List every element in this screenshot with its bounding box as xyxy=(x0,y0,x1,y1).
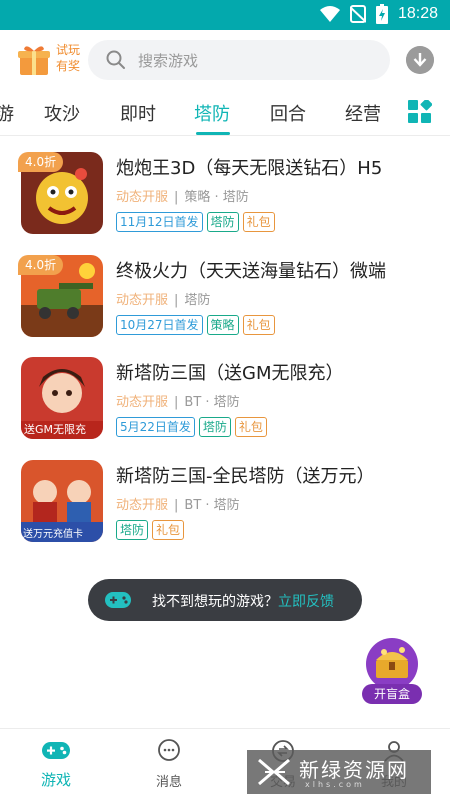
watermark-text: 新绿资源网 xyxy=(299,758,409,782)
battery-charging-icon xyxy=(375,4,388,24)
game-item[interactable]: 4.0折 炮炮王3D（每天无限送钻石）H5 动态开服 | 策略 · 塔防 11月12… xyxy=(0,140,450,240)
watermark-logo-icon xyxy=(258,758,290,786)
search-input[interactable]: 搜索游戏 xyxy=(88,40,390,80)
active-tab-indicator xyxy=(196,132,230,135)
release-tag: 5月22日首发 xyxy=(116,417,195,437)
game-tags: 10月27日首发 策略 礼包 xyxy=(116,315,275,335)
genre-tag: 策略 xyxy=(206,315,239,335)
nav-messages-label: 消息 xyxy=(155,775,182,790)
watermark-subtext: xlhs.com xyxy=(305,780,365,789)
nav-games[interactable]: 游戏 xyxy=(26,739,86,790)
gift-tag: 礼包 xyxy=(242,212,275,232)
feedback-text: 找不到想玩的游戏？ xyxy=(152,594,278,610)
tab-3[interactable]: 塔防 xyxy=(194,100,230,126)
category-tabs: 游 攻沙 即时 塔防 回合 经营 xyxy=(0,90,450,136)
tab-5[interactable]: 经营 xyxy=(345,100,381,126)
genre-tag: 塔防 xyxy=(198,417,231,437)
tab-0[interactable]: 游 xyxy=(0,100,14,126)
game-title[interactable]: 新塔防三国-全民塔防（送万元） xyxy=(116,462,375,488)
search-icon xyxy=(106,50,125,69)
feedback-link[interactable]: 立即反馈 xyxy=(278,594,334,610)
game-item[interactable]: 4.0折 终极火力（天天送海量钻石）微端 动态开服 | 塔防 10月27日首发 策略… xyxy=(0,243,450,343)
game-title[interactable]: 炮炮王3D（每天无限送钻石）H5 xyxy=(116,154,382,180)
thumbnail-caption: 送万元充值卡 xyxy=(23,529,83,540)
open-server-label: 动态开服 xyxy=(116,498,169,513)
download-icon[interactable] xyxy=(406,46,434,74)
game-category: BT · 塔防 xyxy=(184,498,240,513)
wifi-icon xyxy=(319,6,340,22)
game-category: 塔防 xyxy=(184,293,211,308)
search-header: 试玩有奖 搜索游戏 xyxy=(0,30,450,90)
game-meta: 动态开服 | BT · 塔防 xyxy=(116,498,240,513)
search-placeholder: 搜索游戏 xyxy=(138,52,199,70)
genre-tag: 塔防 xyxy=(206,212,239,232)
feedback-banner[interactable]: 找不到想玩的游戏？立即反馈 xyxy=(88,579,362,621)
nav-games-label: 游戏 xyxy=(40,771,71,789)
game-thumbnail[interactable]: 送GM无限充 xyxy=(21,357,103,439)
gift-tag: 礼包 xyxy=(234,417,267,437)
status-bar: 18:28 xyxy=(0,0,450,30)
watermark: 新绿资源网 xlhs.com xyxy=(247,750,431,794)
gift-icon[interactable] xyxy=(18,43,50,77)
category-grid-icon[interactable] xyxy=(408,100,432,124)
nav-messages[interactable]: 消息 xyxy=(139,739,199,790)
release-tag: 10月27日首发 xyxy=(116,315,203,335)
game-category: BT · 塔防 xyxy=(184,395,240,410)
thumbnail-caption: 送GM无限充 xyxy=(24,423,87,436)
open-server-label: 动态开服 xyxy=(116,293,169,308)
game-meta: 动态开服 | 策略 · 塔防 xyxy=(116,190,249,205)
genre-tag: 塔防 xyxy=(116,520,149,540)
chat-bubble-icon xyxy=(158,739,180,761)
game-title[interactable]: 终极火力（天天送海量钻石）微端 xyxy=(116,257,386,283)
game-title[interactable]: 新塔防三国（送GM无限充） xyxy=(116,359,343,385)
tab-4[interactable]: 回合 xyxy=(270,100,306,126)
gamepad-nav-icon xyxy=(42,742,70,759)
release-tag: 11月12日首发 xyxy=(116,212,203,232)
game-category: 策略 · 塔防 xyxy=(184,190,249,205)
tab-2[interactable]: 即时 xyxy=(120,100,156,126)
discount-badge: 4.0折 xyxy=(18,152,64,172)
open-server-label: 动态开服 xyxy=(116,395,169,410)
open-server-label: 动态开服 xyxy=(116,190,169,205)
game-tags: 11月12日首发 塔防 礼包 xyxy=(116,212,275,232)
gift-tag: 礼包 xyxy=(242,315,275,335)
game-thumbnail[interactable]: 送万元充值卡 xyxy=(21,460,103,542)
treasure-chest-icon xyxy=(366,638,418,690)
gift-tag: 礼包 xyxy=(152,520,185,540)
game-tags: 塔防 礼包 xyxy=(116,520,185,540)
game-tags: 5月22日首发 塔防 礼包 xyxy=(116,417,267,437)
gamepad-icon xyxy=(105,592,131,608)
game-item[interactable]: 送万元充值卡 新塔防三国-全民塔防（送万元） 动态开服 | BT · 塔防 塔防 礼… xyxy=(0,448,450,548)
gift-label[interactable]: 试玩有奖 xyxy=(56,42,86,74)
tab-1[interactable]: 攻沙 xyxy=(44,100,80,126)
no-sim-icon xyxy=(349,5,366,23)
game-item[interactable]: 送GM无限充 新塔防三国（送GM无限充） 动态开服 | BT · 塔防 5月22日首… xyxy=(0,345,450,445)
blind-box-label: 开盲盒 xyxy=(362,684,422,704)
game-meta: 动态开服 | 塔防 xyxy=(116,293,211,308)
game-meta: 动态开服 | BT · 塔防 xyxy=(116,395,240,410)
discount-badge: 4.0折 xyxy=(18,255,64,275)
blind-box-button[interactable]: 开盲盒 xyxy=(360,636,424,706)
clock: 18:28 xyxy=(397,5,438,22)
